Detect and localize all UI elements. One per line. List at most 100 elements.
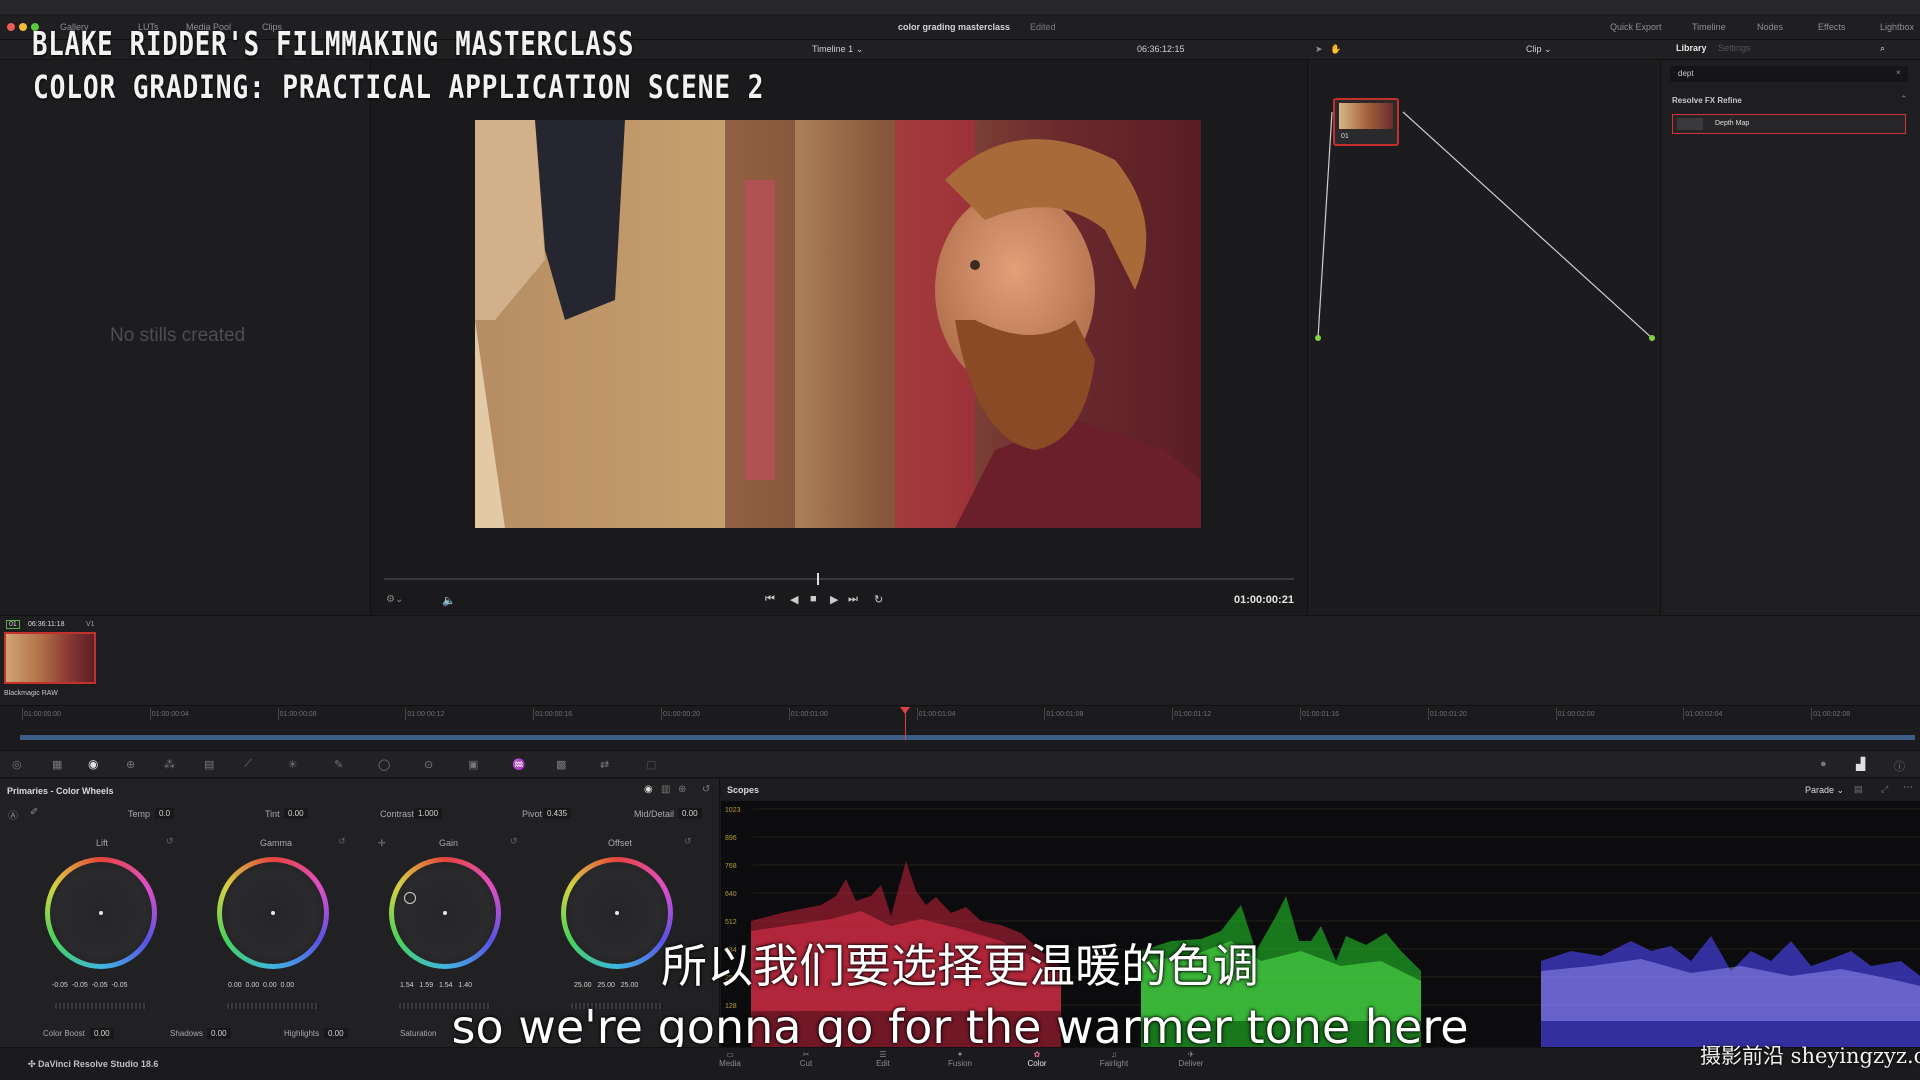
watermark: 摄影前沿 sheyingzyz.com	[1700, 1044, 1920, 1068]
timeline-selector[interactable]: Timeline 1 ⌄	[812, 44, 863, 55]
pivot-field[interactable]: 0.435	[543, 808, 572, 819]
page-media[interactable]: ▭ Media	[710, 1050, 750, 1068]
ruler-tick-label: 01:00:00:08	[279, 711, 317, 718]
page-cut[interactable]: ✂ Cut	[786, 1050, 826, 1068]
ruler-tick-label: 01:00:00:00	[24, 711, 61, 718]
nodes-toggle-button[interactable]: Nodes	[1757, 22, 1783, 32]
color-page-label: Color	[1027, 1059, 1047, 1068]
collapse-section-icon[interactable]: ⌃	[1900, 94, 1908, 105]
timeline-toggle-button[interactable]: Timeline	[1692, 22, 1726, 32]
scope-expand-icon[interactable]: ⤢	[1881, 784, 1888, 795]
page-deliver[interactable]: ✈ Deliver	[1171, 1050, 1211, 1068]
gain-wheel-puck[interactable]	[443, 911, 447, 915]
scope-mode-dropdown[interactable]: Parade ⌄	[1805, 785, 1844, 796]
window-icon[interactable]: ◯	[378, 758, 390, 771]
app-name-label: DaVinci Resolve Studio 18.6	[38, 1059, 159, 1069]
search-icon[interactable]: ⌕	[1880, 43, 1885, 54]
hdr-wheels-icon[interactable]: ⊕	[126, 758, 135, 771]
contrast-field[interactable]: 1.000	[414, 808, 443, 819]
color-wheels-icon[interactable]: ◉	[88, 757, 98, 771]
video-frame[interactable]	[475, 120, 1201, 528]
motion-effects-icon[interactable]: ▤	[204, 758, 214, 771]
page-fusion[interactable]: ✦ Fusion	[940, 1050, 980, 1068]
reset-primaries-icon[interactable]: ↺	[702, 784, 710, 795]
clip-timecode: 06:36:11:18	[28, 621, 65, 628]
color-palette-toolbar: ◎ ▦ ◉ ⊕ ⁂ ▤ ⟋ ✳ ✎ ◯ ⊙ ▣ ♒ ▩ ⇄ ▢ ● ▟ ⓘ	[0, 750, 1920, 778]
scope-more-icon[interactable]: ⋯	[1903, 782, 1913, 793]
gamma-wheel-puck[interactable]	[271, 911, 275, 915]
scope-settings-icon[interactable]: ▤	[1854, 784, 1863, 795]
magic-mask-icon[interactable]: ▣	[468, 758, 478, 771]
warper-icon[interactable]: ✳	[288, 758, 297, 771]
volume-icon[interactable]: 🔈	[442, 594, 456, 607]
page-edit[interactable]: ☰ Edit	[863, 1050, 903, 1068]
offset-wheel-puck[interactable]	[615, 911, 619, 915]
skip-to-end-icon[interactable]: ⏭	[848, 593, 858, 606]
pointer-tool-icon[interactable]: ➤	[1315, 44, 1323, 55]
close-window-icon[interactable]	[7, 23, 15, 31]
skip-to-start-icon[interactable]: ⏮	[765, 593, 775, 606]
ruler-tick-label: 01:00:02:00	[1557, 711, 1595, 718]
3d-icon[interactable]: ▢	[646, 758, 656, 771]
scope-axis-label: 512	[725, 919, 737, 926]
deliver-page-icon: ✈	[1187, 1050, 1195, 1059]
camera-raw-icon[interactable]: ◎	[12, 758, 22, 771]
qualifier-icon[interactable]: ✎	[334, 758, 343, 771]
ruler-tick-label: 01:00:01:08	[1046, 711, 1084, 718]
color-page-icon: ✿	[1033, 1050, 1041, 1059]
picker-icon[interactable]: ✐	[30, 807, 38, 818]
tracker-icon[interactable]: ⊙	[424, 758, 433, 771]
scopes-toggle-icon[interactable]: ▟	[1856, 757, 1865, 771]
offset-reset-icon[interactable]: ↺	[684, 836, 692, 847]
settings-tab[interactable]: Settings	[1718, 43, 1751, 53]
tint-field[interactable]: 0.00	[284, 808, 308, 819]
effects-toggle-button[interactable]: Effects	[1818, 22, 1845, 32]
page-navigation-bar: ✣ DaVinci Resolve Studio 18.6 ▭ Media ✂ Cu…	[0, 1047, 1920, 1080]
scopes-header	[721, 779, 1920, 801]
clear-search-icon[interactable]: ×	[1896, 68, 1901, 77]
clip-mode-dropdown[interactable]: Clip ⌄	[1526, 44, 1552, 55]
log-mode-icon[interactable]: ⊕	[678, 784, 686, 795]
auto-balance-icon[interactable]: Ⓐ	[8, 807, 18, 822]
sizing-icon[interactable]: ⇄	[600, 758, 609, 771]
quick-export-button[interactable]: Quick Export	[1610, 22, 1662, 32]
clip-thumbnail[interactable]	[4, 632, 96, 684]
blur-icon[interactable]: ♒	[512, 758, 526, 771]
lift-reset-icon[interactable]: ↺	[166, 836, 174, 847]
minimize-window-icon[interactable]	[19, 23, 27, 31]
lightbox-toggle-button[interactable]: Lightbox	[1880, 22, 1914, 32]
mid-detail-field[interactable]: 0.00	[678, 808, 702, 819]
loop-icon[interactable]: ↻	[874, 593, 883, 606]
depth-map-effect[interactable]: Depth Map	[1672, 114, 1906, 134]
viewer-playhead[interactable]	[817, 573, 819, 585]
library-search-input[interactable]: dept ×	[1670, 66, 1908, 82]
lightbulb-icon[interactable]: ●	[1820, 758, 1827, 770]
page-fairlight[interactable]: ♫ Fairlight	[1094, 1050, 1134, 1068]
playhead-marker-icon[interactable]	[900, 707, 910, 714]
gain-picker-icon[interactable]: ✛	[378, 838, 386, 849]
page-color[interactable]: ✿ Color	[1017, 1050, 1057, 1068]
ruler-tick-label: 01:00:02:08	[1813, 711, 1851, 718]
video-track-bar[interactable]	[20, 735, 1915, 740]
color-match-icon[interactable]: ▦	[52, 758, 62, 771]
wheels-mode-icon[interactable]: ◉	[644, 784, 653, 795]
gamma-reset-icon[interactable]: ↺	[338, 836, 346, 847]
serial-node-01[interactable]: 01	[1333, 98, 1399, 146]
viewer-scrubber[interactable]	[384, 578, 1294, 580]
library-tab[interactable]: Library	[1676, 43, 1707, 53]
node-thumbnail	[1339, 103, 1393, 129]
bars-mode-icon[interactable]: ▥	[661, 784, 670, 795]
lift-wheel-puck[interactable]	[99, 911, 103, 915]
stop-icon[interactable]: ■	[810, 593, 817, 605]
play-reverse-icon[interactable]: ◀	[790, 593, 798, 606]
play-icon[interactable]: ▶	[830, 593, 838, 606]
hand-tool-icon[interactable]: ✋	[1330, 44, 1341, 55]
gain-reset-icon[interactable]: ↺	[510, 836, 518, 847]
rgb-mixer-icon[interactable]: ⁂	[164, 758, 175, 771]
viewer-options-icon[interactable]: ⚙⌄	[386, 594, 403, 605]
info-icon[interactable]: ⓘ	[1894, 758, 1905, 774]
key-icon[interactable]: ▩	[556, 758, 566, 771]
curves-icon[interactable]: ⟋	[244, 758, 252, 771]
temp-field[interactable]: 0.0	[155, 808, 175, 819]
scope-axis-label: 768	[725, 863, 737, 870]
